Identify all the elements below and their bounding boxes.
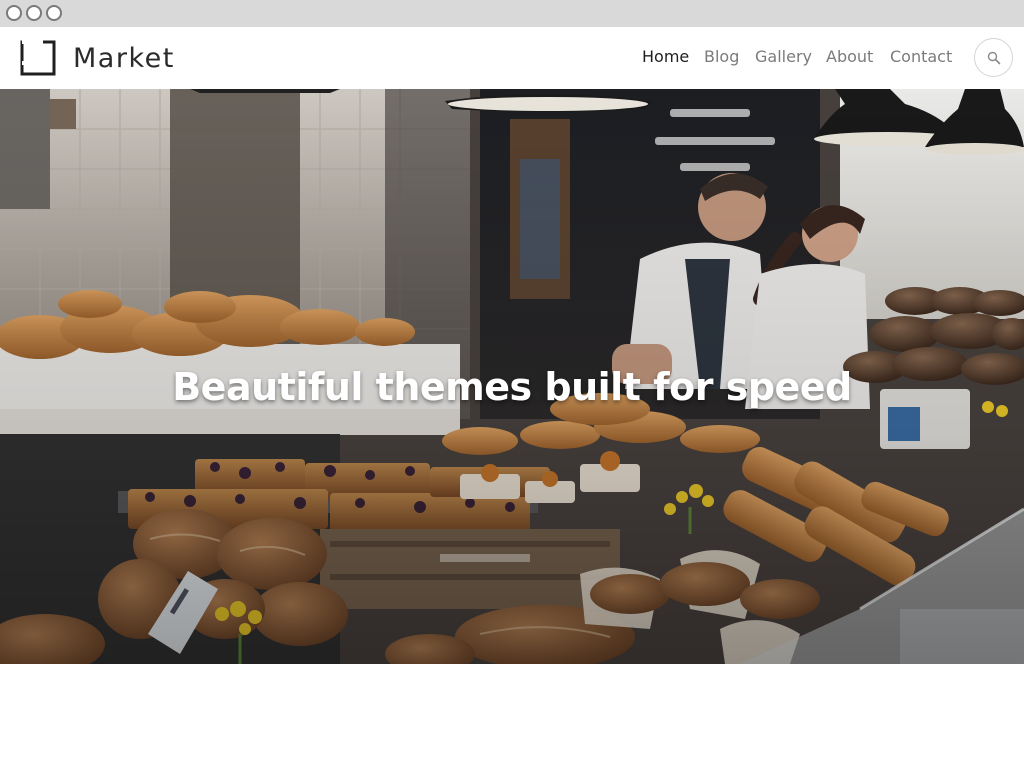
window-close-button[interactable] — [6, 5, 22, 21]
nav-blog-link[interactable]: Blog — [704, 47, 739, 66]
browser-title-bar — [0, 0, 1024, 27]
main-nav: Home Blog Gallery About Contact — [0, 47, 1024, 69]
nav-contact-link[interactable]: Contact — [890, 47, 952, 66]
nav-gallery-link[interactable]: Gallery — [755, 47, 812, 66]
search-icon — [987, 51, 1001, 65]
site-header: Market Home Blog Gallery About Contact — [0, 27, 1024, 89]
search-button[interactable] — [974, 38, 1013, 77]
hero-title: Beautiful themes built for speed — [172, 365, 852, 409]
nav-home-link[interactable]: Home — [642, 47, 689, 66]
hero-banner: Beautiful themes built for speed — [0, 89, 1024, 664]
window-minimize-button[interactable] — [26, 5, 42, 21]
page-content-area — [0, 664, 1024, 768]
nav-about-link[interactable]: About — [826, 47, 873, 66]
window-maximize-button[interactable] — [46, 5, 62, 21]
